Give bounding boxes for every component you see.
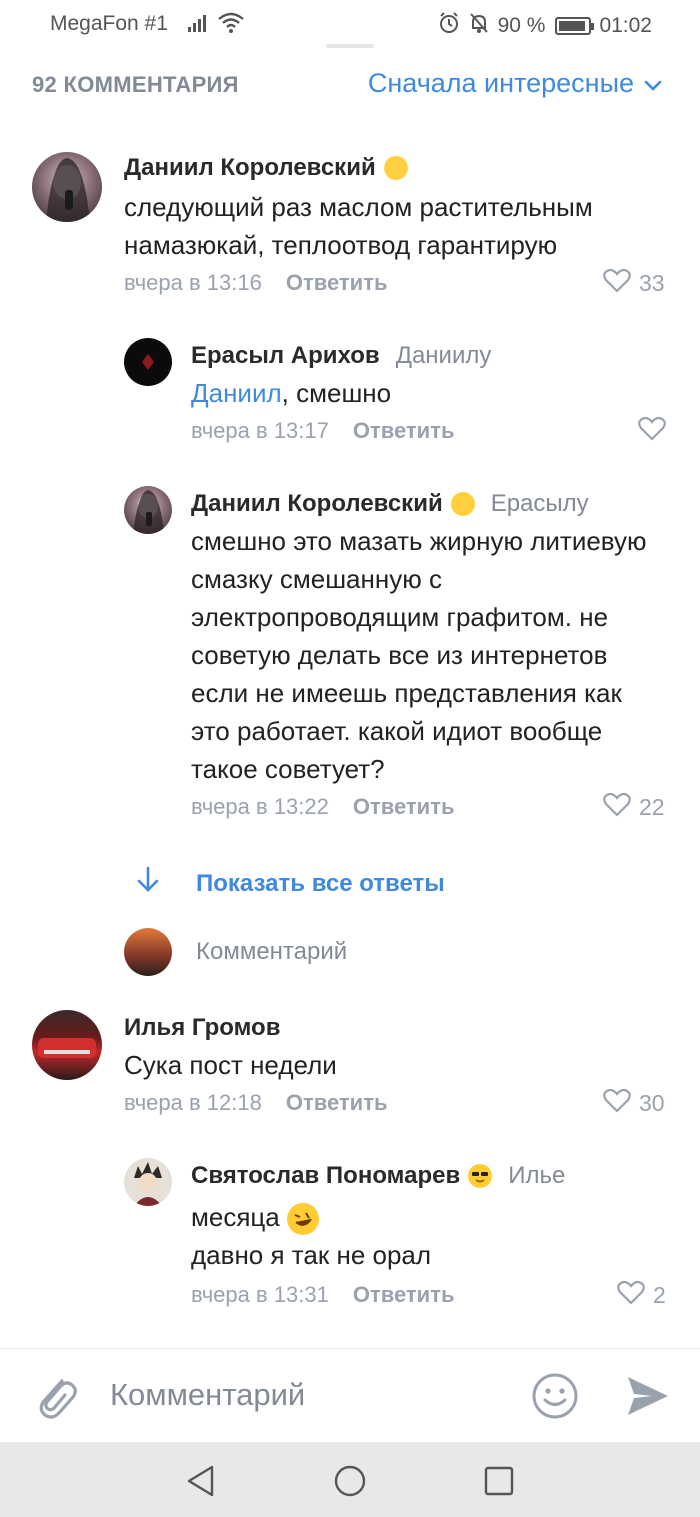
alarm-icon: [438, 12, 460, 40]
comment-input[interactable]: Комментарий: [110, 1377, 305, 1413]
comment-author[interactable]: Ерасыл Арихов Даниилу: [191, 342, 491, 370]
signal-icon: [188, 13, 212, 39]
like-button[interactable]: 30: [603, 1088, 665, 1119]
smile-icon[interactable]: [530, 1371, 580, 1426]
comment-reply-item: Святослав Пономарев Илье месяца давно я …: [0, 1158, 700, 1318]
comment-line: давно я так не орал: [191, 1240, 432, 1270]
sunglasses-emoji-icon: [468, 1164, 493, 1188]
heart-icon: [638, 416, 666, 447]
comment-text: Сука пост недели: [124, 1050, 337, 1080]
like-count: 30: [639, 1090, 665, 1116]
comments-header: 92 КОММЕНТАРИЯ Сначала интересные: [0, 58, 700, 114]
comment-text: следующий раз маслом растительным намазю…: [124, 192, 593, 260]
reply-placeholder: Комментарий: [196, 938, 348, 965]
back-icon[interactable]: [184, 1464, 218, 1503]
recents-icon[interactable]: [482, 1464, 516, 1503]
heart-icon: [603, 1088, 631, 1119]
comment-author[interactable]: Святослав Пономарев Илье: [191, 1162, 565, 1190]
system-nav-bar: [0, 1442, 700, 1517]
chevron-down-icon: [644, 68, 662, 99]
avatar[interactable]: [124, 486, 172, 534]
reply-button[interactable]: Ответить: [353, 1282, 455, 1308]
like-count: 22: [639, 794, 665, 820]
comment-line: месяца: [191, 1198, 661, 1236]
like-button[interactable]: [638, 416, 666, 447]
comment-meta: вчера в 13:31 Ответить: [191, 1282, 455, 1308]
mention-link[interactable]: Даниил: [191, 378, 282, 408]
avatar[interactable]: [124, 338, 172, 386]
comment-author[interactable]: Даниил Королевский Ерасылу: [191, 490, 589, 518]
comment-meta: вчера в 12:18 Ответить: [124, 1090, 388, 1116]
comment-time: вчера в 13:22: [191, 794, 329, 819]
comment-time: вчера в 13:16: [124, 270, 262, 295]
reply-button[interactable]: Ответить: [286, 1090, 388, 1116]
heart-icon: [603, 792, 631, 823]
sort-dropdown[interactable]: Сначала интересные: [368, 68, 662, 99]
avatar[interactable]: [32, 152, 102, 222]
duckling-emoji-icon: [450, 492, 475, 516]
comment-text: смешно это мазать жирную литиевую смазку…: [191, 526, 647, 784]
comment-time: вчера в 13:17: [191, 418, 329, 443]
avatar[interactable]: [124, 1158, 172, 1206]
like-button[interactable]: 22: [603, 792, 665, 823]
battery-icon: [555, 17, 595, 35]
comment-item: Илья Громов Сука пост недели вчера в 12:…: [0, 1010, 700, 1130]
send-icon[interactable]: [624, 1373, 672, 1424]
comment-text: месяца давно я так не орал: [191, 1198, 661, 1274]
comment-meta: вчера в 13:16 Ответить: [124, 270, 388, 296]
rofl-emoji-icon: [287, 1203, 319, 1236]
status-bar: MegaFon #1 90 % 01:02: [0, 0, 700, 48]
show-all-replies-button[interactable]: Показать все ответы: [136, 866, 445, 901]
show-all-label: Показать все ответы: [196, 869, 445, 897]
wifi-icon: [218, 12, 244, 40]
comment-time: вчера в 12:18: [124, 1090, 262, 1115]
carrier-name: MegaFon #1: [50, 12, 168, 35]
avatar[interactable]: [32, 1010, 102, 1080]
sheet-handle[interactable]: [326, 44, 374, 48]
duckling-emoji-icon: [383, 156, 408, 180]
comment-reply-item: Даниил Королевский Ерасылу смешно это ма…: [0, 486, 700, 826]
comment-item: Даниил Королевский следующий раз маслом …: [0, 150, 700, 310]
like-button[interactable]: 33: [603, 268, 665, 299]
comment-time: вчера в 13:31: [191, 1282, 329, 1307]
comments-count: 92 КОММЕНТАРИЯ: [32, 72, 239, 97]
comment-meta: вчера в 13:17 Ответить: [191, 418, 455, 444]
comment-text: Даниил, смешно: [191, 378, 392, 408]
sort-label: Сначала интересные: [367, 68, 634, 98]
reply-to-name: Ерасылу: [490, 490, 589, 517]
clock-time: 01:02: [599, 14, 652, 37]
heart-icon: [603, 268, 631, 299]
battery-percent: 90 %: [497, 14, 546, 37]
reply-button[interactable]: Ответить: [353, 794, 455, 820]
like-count: 33: [639, 270, 665, 296]
like-count: 2: [653, 1282, 666, 1308]
reply-to-name: Илье: [508, 1162, 566, 1189]
heart-icon: [617, 1280, 645, 1311]
reply-comment-field[interactable]: Комментарий: [124, 928, 347, 976]
comment-author[interactable]: Илья Громов: [124, 1014, 280, 1042]
reply-button[interactable]: Ответить: [286, 270, 388, 296]
comment-input-bar: Комментарий: [0, 1348, 700, 1442]
comment-author[interactable]: Даниил Королевский: [124, 154, 408, 182]
comment-reply-item: Ерасыл Арихов Даниилу Даниил, смешно вче…: [0, 338, 700, 458]
arrow-down-icon: [136, 866, 160, 901]
avatar: [124, 928, 172, 976]
like-button[interactable]: 2: [617, 1280, 666, 1311]
home-icon[interactable]: [333, 1464, 367, 1503]
paperclip-icon[interactable]: [32, 1371, 80, 1426]
comment-meta: вчера в 13:22 Ответить: [191, 794, 455, 820]
mute-bell-icon: [468, 12, 490, 40]
reply-button[interactable]: Ответить: [353, 418, 455, 444]
reply-to-name: Даниилу: [395, 342, 492, 369]
